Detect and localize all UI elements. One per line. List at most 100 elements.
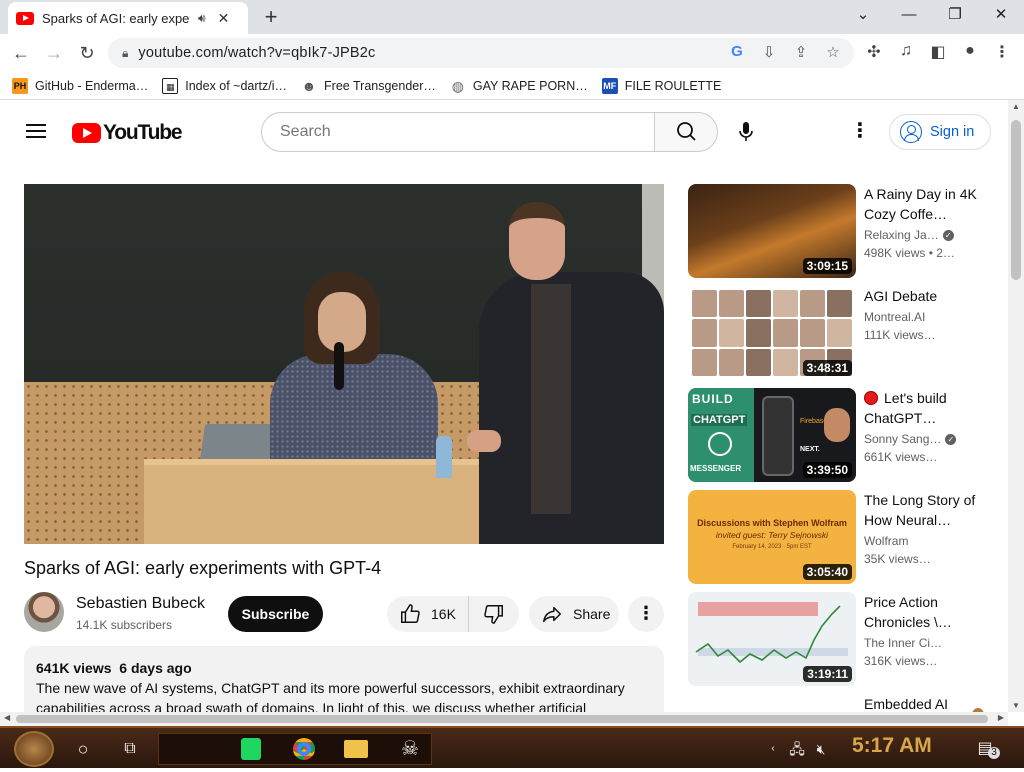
sign-in-button[interactable]: Sign in — [889, 114, 991, 150]
recommended-video-3[interactable]: BUILD CHATGPT MESSENGER Firebase NEXT. 3… — [688, 388, 1008, 484]
bookmark-star-icon[interactable]: ☆ — [822, 43, 844, 61]
new-tab-button[interactable]: + — [258, 4, 284, 30]
recommended-title[interactable]: AGI Debate — [864, 286, 992, 306]
sign-in-label: Sign in — [930, 124, 975, 140]
tab-search-icon[interactable]: ⌄ — [843, 4, 883, 26]
start-button[interactable] — [14, 731, 54, 767]
google-translate-icon[interactable]: G — [726, 43, 748, 60]
thumb-text: CHATGPT — [691, 414, 748, 426]
bookmark-github[interactable]: PH GitHub - Enderma… — [12, 77, 149, 94]
search-button[interactable] — [654, 112, 718, 152]
video-meta: 641K views 6 days ago — [36, 658, 652, 678]
recommended-video-4[interactable]: Discussions with Stephen Wolfram invited… — [688, 490, 1008, 586]
minimize-button[interactable]: — — [889, 4, 929, 26]
bookmark-free-transgender[interactable]: ☻ Free Transgender… — [301, 78, 436, 94]
network-icon[interactable]: 🖧 — [786, 733, 808, 765]
recommended-video-2[interactable]: 3:48:31 AGI Debate Montreal.AI 111K view… — [688, 286, 1008, 382]
youtube-logo[interactable]: YouTube — [72, 121, 183, 145]
scroll-down-icon[interactable]: ▼ — [1012, 701, 1020, 710]
notification-center-icon[interactable]: ▤ 3 — [970, 733, 1000, 765]
scrollbar-thumb[interactable] — [16, 715, 988, 723]
scroll-right-icon[interactable]: ▶ — [998, 713, 1004, 722]
install-app-icon[interactable]: ⇩ — [758, 43, 780, 61]
bookmarks-bar: PH GitHub - Enderma… ▦ Index of ~dartz/i… — [0, 72, 1024, 100]
recommended-title[interactable]: A Rainy Day in 4K Cozy Coffe… — [864, 184, 992, 224]
chrome-menu-icon[interactable]: ⋮ — [990, 42, 1014, 62]
recommended-channel: Relaxing Ja… ✓ — [864, 228, 992, 242]
youtube-favicon-icon — [16, 11, 34, 25]
scroll-up-icon[interactable]: ▲ — [1012, 102, 1020, 111]
media-control-icon[interactable]: ♫ — [894, 42, 918, 60]
vertical-scrollbar[interactable]: ▲ ▼ — [1008, 100, 1024, 712]
account-circle-icon — [900, 121, 922, 143]
lock-icon[interactable]: 🔒︎ — [122, 46, 128, 61]
share-arrow-icon — [543, 606, 561, 623]
channel-avatar[interactable] — [24, 592, 64, 632]
video-player[interactable] — [24, 184, 664, 544]
bookmark-index-dartz[interactable]: ▦ Index of ~dartz/i… — [162, 77, 287, 94]
forward-arrow-icon[interactable]: → — [41, 41, 67, 65]
recommended-title[interactable]: Price Action Chronicles \… — [864, 592, 992, 632]
chrome-app-icon[interactable] — [290, 733, 318, 765]
url-text[interactable]: youtube.com/watch?v=qbIk7-JPB2c — [138, 45, 375, 61]
video-thumbnail[interactable]: 3:48:31 — [688, 286, 856, 380]
file-explorer-icon[interactable] — [342, 733, 370, 765]
video-thumbnail[interactable]: Discussions with Stephen Wolfram invited… — [688, 490, 856, 584]
video-thumbnail[interactable]: BUILD CHATGPT MESSENGER Firebase NEXT. 3… — [688, 388, 856, 482]
search-input[interactable] — [278, 122, 639, 142]
description-box[interactable]: 641K views 6 days ago The new wave of AI… — [24, 646, 664, 712]
back-arrow-icon[interactable]: ← — [8, 41, 34, 65]
close-window-button[interactable]: ✕ — [981, 4, 1021, 26]
red-circle-icon — [864, 391, 878, 405]
grid-favicon-icon: ▦ — [162, 77, 179, 94]
recommended-video-5[interactable]: 3:19:11 Price Action Chronicles \… The I… — [688, 592, 1008, 688]
search-icon — [677, 122, 696, 141]
share-page-icon[interactable]: ⇪ — [790, 43, 812, 61]
profile-avatar-icon[interactable]: ● — [958, 42, 982, 60]
channel-name[interactable]: Sebastien Bubeck — [76, 595, 205, 613]
subscriber-count: 14.1K subscribers — [76, 618, 173, 632]
thumb-text: invited guest: Terry Sejnowski — [715, 530, 829, 540]
cortana-circle-icon[interactable]: ○ — [70, 733, 96, 765]
hamburger-menu-icon[interactable] — [24, 120, 48, 140]
search-box[interactable] — [261, 112, 655, 152]
bookmark-label: GitHub - Enderma… — [35, 78, 149, 93]
tab-strip: Sparks of AGI: early expe 🔊︎ ✕ + ⌄ — ❐ ✕ — [0, 0, 1024, 34]
tab-close-icon[interactable]: ✕ — [218, 10, 230, 27]
recommended-channel: Sonny Sang… ✓ — [864, 432, 992, 446]
extensions-puzzle-icon[interactable]: ✣ — [862, 42, 886, 62]
audio-playing-icon[interactable]: 🔊︎ — [198, 11, 206, 26]
recommended-views: 35K views… — [864, 552, 931, 566]
thumbs-up-icon — [401, 604, 420, 623]
dislike-button[interactable] — [469, 596, 519, 632]
verified-check-icon: ✓ — [945, 434, 957, 446]
scroll-left-icon[interactable]: ◀ — [4, 713, 10, 722]
volume-muted-icon[interactable]: 🔇︎ — [810, 733, 832, 765]
video-thumbnail[interactable]: 3:19:11 — [688, 592, 856, 686]
voice-search-button[interactable] — [726, 112, 766, 152]
horizontal-scrollbar[interactable]: ◀ ▶ — [0, 712, 1008, 726]
recommended-title[interactable]: Let's build ChatGPT… — [864, 388, 992, 428]
bookmark-gay-rape-porn[interactable]: ◍ GAY RAPE PORN… — [450, 78, 588, 94]
subscribe-button[interactable]: Subscribe — [228, 596, 323, 632]
duration-badge: 3:05:40 — [802, 564, 852, 580]
settings-more-icon[interactable]: ⋮ — [850, 120, 870, 144]
share-button[interactable]: Share — [529, 596, 619, 632]
restore-button[interactable]: ❐ — [935, 4, 975, 26]
recommended-video-1[interactable]: 3:09:15 A Rainy Day in 4K Cozy Coffe… Re… — [688, 184, 1008, 280]
taskbar-clock[interactable]: 5:17 AM — [852, 734, 932, 758]
scrollbar-thumb[interactable] — [1011, 120, 1021, 280]
more-actions-button[interactable]: ⋮ — [628, 596, 664, 632]
skull-app-icon[interactable]: ☠ — [396, 733, 424, 765]
browser-tab[interactable]: Sparks of AGI: early expe 🔊︎ ✕ — [8, 2, 248, 34]
video-thumbnail[interactable]: 3:09:15 — [688, 184, 856, 278]
show-hidden-icons[interactable]: ‹ — [766, 733, 780, 765]
reload-icon[interactable]: ↻ — [74, 41, 100, 65]
recommended-title[interactable]: The Long Story of How Neural… — [864, 490, 992, 530]
bookmark-file-roulette[interactable]: MF FILE ROULETTE — [601, 77, 721, 94]
task-view-icon[interactable]: ⧉ — [116, 733, 144, 765]
side-panel-icon[interactable]: ◧ — [926, 42, 950, 62]
spotify-app-icon[interactable] — [238, 733, 264, 765]
microphone-icon — [739, 122, 753, 141]
like-button[interactable]: 16K — [387, 596, 469, 632]
